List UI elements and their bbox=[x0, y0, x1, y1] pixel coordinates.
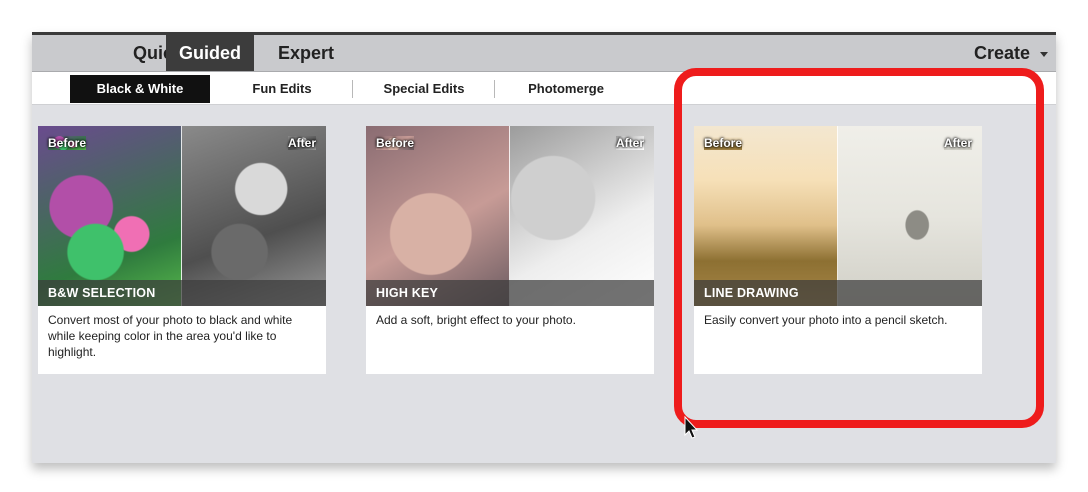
card-thumbnail: Before After B&W SELECTION bbox=[38, 126, 326, 306]
before-image bbox=[366, 126, 510, 306]
mode-bar: Quick Guided Expert Create bbox=[32, 35, 1056, 72]
card-title: B&W SELECTION bbox=[48, 286, 156, 300]
before-label: Before bbox=[48, 136, 87, 150]
tab-photomerge[interactable]: Photomerge bbox=[496, 75, 636, 103]
after-label: After bbox=[287, 136, 316, 150]
before-label: Before bbox=[376, 136, 415, 150]
tab-divider bbox=[494, 80, 495, 98]
before-image bbox=[38, 126, 182, 306]
card-thumbnail: Before After HIGH KEY bbox=[366, 126, 654, 306]
card-title: HIGH KEY bbox=[376, 286, 439, 300]
tab-special-edits[interactable]: Special Edits bbox=[354, 75, 494, 103]
chevron-down-icon bbox=[1040, 51, 1048, 57]
card-bw-selection[interactable]: Before After B&W SELECTION Convert most … bbox=[38, 126, 326, 374]
tab-fun-edits[interactable]: Fun Edits bbox=[212, 75, 352, 103]
tab-guided[interactable]: Guided bbox=[166, 35, 254, 71]
after-image bbox=[182, 126, 326, 306]
create-menu-button[interactable]: Create bbox=[974, 35, 1048, 71]
before-after-divider bbox=[509, 126, 510, 306]
mouse-pointer-icon bbox=[684, 416, 699, 439]
before-after-divider bbox=[181, 126, 182, 306]
tab-divider bbox=[352, 80, 353, 98]
card-description: Add a soft, bright effect to your photo. bbox=[376, 313, 576, 327]
create-label: Create bbox=[973, 43, 1030, 63]
card-description: Convert most of your photo to black and … bbox=[48, 313, 293, 359]
card-high-key[interactable]: Before After HIGH KEY Add a soft, bright… bbox=[366, 126, 654, 374]
after-label: After bbox=[615, 136, 644, 150]
tab-black-and-white[interactable]: Black & White bbox=[70, 75, 210, 103]
tab-expert[interactable]: Expert bbox=[262, 35, 350, 71]
after-image bbox=[510, 126, 654, 306]
red-highlight-box bbox=[674, 68, 1044, 428]
